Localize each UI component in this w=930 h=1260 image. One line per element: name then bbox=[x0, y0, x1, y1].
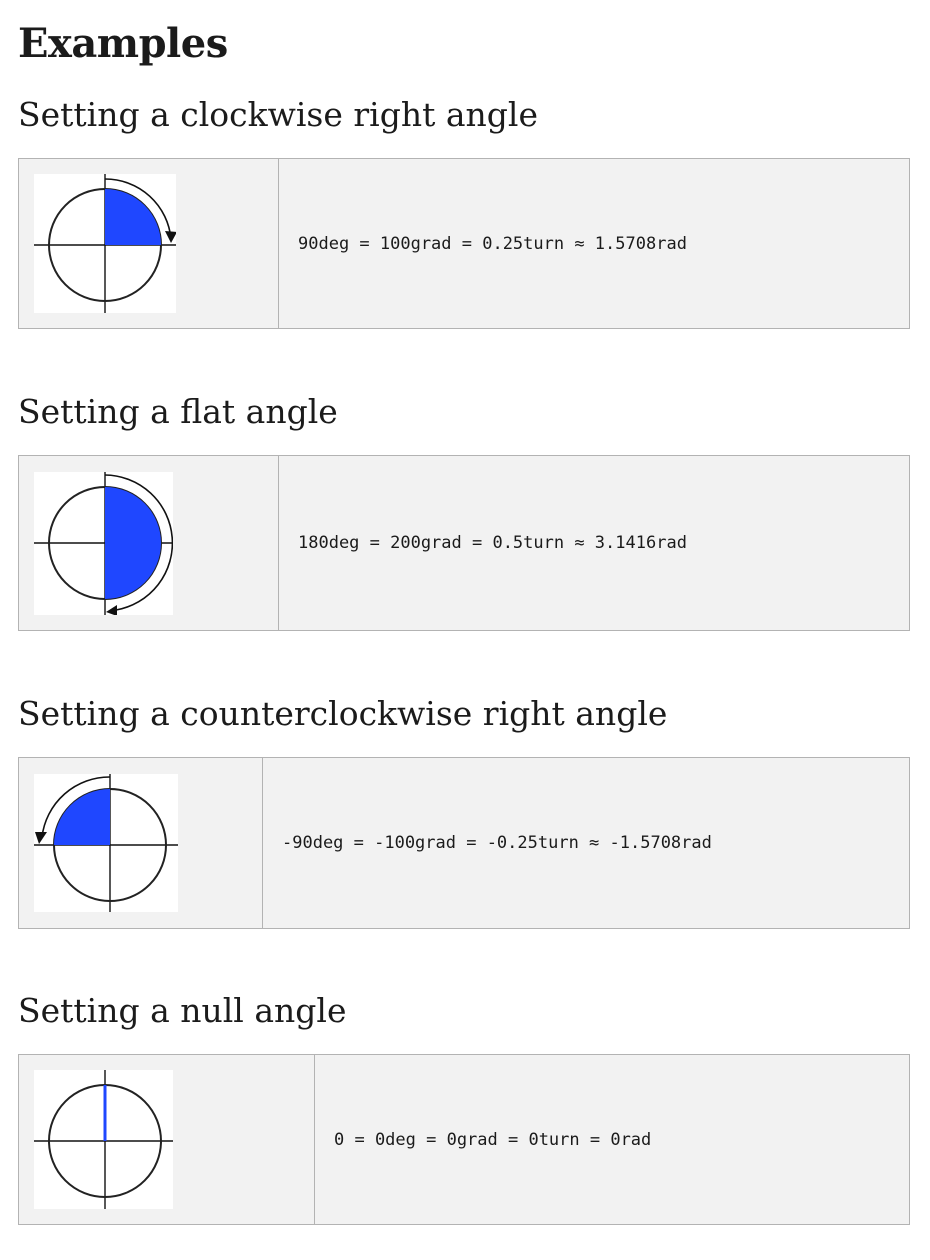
example-title-flat: Setting a flat angle bbox=[18, 392, 338, 431]
diagram-cell bbox=[18, 1054, 315, 1225]
angle-value: 90deg = 100grad = 0.25turn ≈ 1.5708rad bbox=[278, 158, 910, 329]
example-title-clockwise: Setting a clockwise right angle bbox=[18, 95, 538, 134]
clockwise-right-angle-diagram-icon bbox=[34, 174, 176, 313]
diagram-cell bbox=[18, 757, 263, 929]
example-table-flat: 180deg = 200grad = 0.5turn ≈ 3.1416rad bbox=[18, 455, 910, 631]
counterclockwise-right-angle-diagram-icon bbox=[34, 774, 178, 912]
example-table-counterclockwise: -90deg = -100grad = -0.25turn ≈ -1.5708r… bbox=[18, 757, 910, 929]
diagram-cell bbox=[18, 158, 279, 329]
diagram-cell bbox=[18, 455, 279, 631]
angle-value: 180deg = 200grad = 0.5turn ≈ 3.1416rad bbox=[278, 455, 910, 631]
null-angle-diagram-icon bbox=[34, 1070, 173, 1209]
example-table-null: 0 = 0deg = 0grad = 0turn = 0rad bbox=[18, 1054, 910, 1225]
table-row: 0 = 0deg = 0grad = 0turn = 0rad bbox=[18, 1054, 910, 1225]
angle-value: -90deg = -100grad = -0.25turn ≈ -1.5708r… bbox=[262, 757, 910, 929]
example-title-null: Setting a null angle bbox=[18, 991, 347, 1030]
table-row: 180deg = 200grad = 0.5turn ≈ 3.1416rad bbox=[18, 455, 910, 631]
table-row: 90deg = 100grad = 0.25turn ≈ 1.5708rad bbox=[18, 158, 910, 329]
flat-angle-diagram-icon bbox=[34, 471, 173, 615]
section-heading: Examples bbox=[18, 20, 228, 67]
example-title-counterclockwise: Setting a counterclockwise right angle bbox=[18, 694, 668, 733]
angle-value: 0 = 0deg = 0grad = 0turn = 0rad bbox=[314, 1054, 910, 1225]
table-row: -90deg = -100grad = -0.25turn ≈ -1.5708r… bbox=[18, 757, 910, 929]
example-table-clockwise: 90deg = 100grad = 0.25turn ≈ 1.5708rad bbox=[18, 158, 910, 329]
